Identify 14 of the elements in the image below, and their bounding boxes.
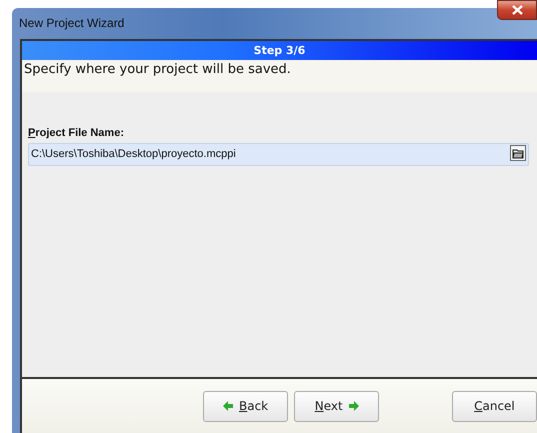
arrow-right-icon (348, 401, 359, 411)
folder-icon (512, 147, 524, 159)
close-button[interactable] (497, 0, 537, 20)
step-header: Step 3/6 (22, 41, 537, 60)
close-icon (512, 5, 522, 15)
instruction-text: Specify where your project will be saved. (22, 60, 537, 92)
file-name-field[interactable]: C:\Users\Toshiba\Desktop\proyecto.mcppi (28, 142, 529, 166)
window-title: New Project Wizard (18, 16, 124, 30)
arrow-left-icon (222, 401, 233, 411)
wizard-button[interactable]: Back (203, 390, 288, 422)
field-label: Project File Name: (28, 127, 125, 139)
wizard-button[interactable]: Next (294, 390, 380, 422)
browse-button[interactable] (510, 145, 526, 161)
wizard-button[interactable]: Cancel (452, 390, 537, 422)
